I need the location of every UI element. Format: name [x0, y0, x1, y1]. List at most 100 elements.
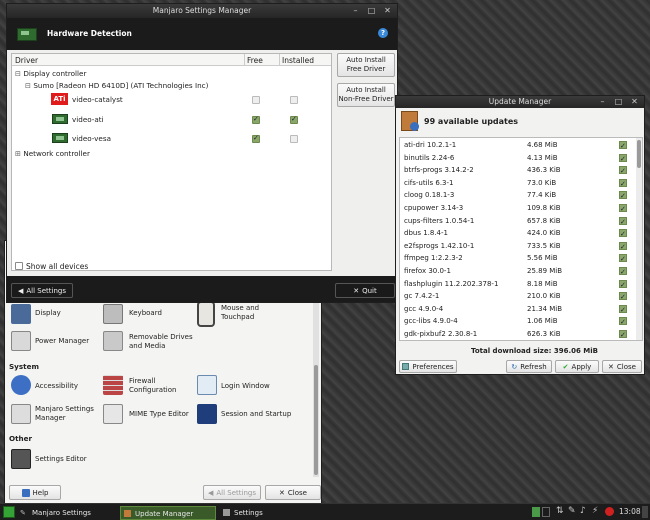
update-row[interactable]: ffmpeg 1:2.2.3-2 5.56 MiB: [400, 252, 638, 266]
update-row[interactable]: e2fsprogs 1.42.10-1 733.5 KiB: [400, 240, 638, 253]
driver-name[interactable]: video-vesa: [72, 134, 111, 143]
col-installed[interactable]: Installed: [282, 56, 314, 65]
update-checkbox[interactable]: [619, 266, 627, 279]
quit-button[interactable]: ✕ Quit: [335, 283, 395, 298]
settings-item-removable[interactable]: Removable Drives and Media: [129, 333, 199, 351]
update-row[interactable]: binutils 2.24-6 4.13 MiB: [400, 152, 638, 165]
settings-item-display[interactable]: Display: [35, 309, 61, 318]
minimize-icon[interactable]: –: [597, 96, 608, 107]
settings-scrollbar[interactable]: [313, 301, 319, 477]
update-checkbox[interactable]: [619, 140, 627, 153]
update-row[interactable]: flashplugin 11.2.202.378-1 8.18 MiB: [400, 278, 638, 291]
update-row[interactable]: cloog 0.18.1-3 77.4 KiB: [400, 189, 638, 203]
window-close-icon[interactable]: ✕: [629, 96, 640, 107]
settings-close-button[interactable]: ✕ Close: [265, 485, 321, 500]
update-titlebar[interactable]: Update Manager – □ ✕: [396, 96, 644, 108]
installed-checkbox[interactable]: [290, 115, 298, 124]
window-close-icon[interactable]: ✕: [382, 5, 393, 16]
task-update-manager[interactable]: Update Manager: [120, 506, 216, 520]
update-row[interactable]: ati-dri 10.2.1-1 4.68 MiB: [400, 139, 638, 153]
update-row[interactable]: gcc-libs 4.9.0-4 1.06 MiB: [400, 315, 638, 329]
col-free[interactable]: Free: [247, 56, 263, 65]
update-close-button[interactable]: ✕ Close: [602, 360, 642, 373]
update-checkbox[interactable]: [619, 190, 627, 203]
refresh-button[interactable]: ↻ Refresh: [506, 360, 552, 373]
update-row[interactable]: dbus 1.8.4-1 424.0 KiB: [400, 227, 638, 241]
info-icon[interactable]: ?: [378, 28, 388, 38]
driver-name[interactable]: video-catalyst: [72, 95, 123, 104]
msm-all-settings-button[interactable]: ◀ All Settings: [11, 283, 73, 298]
update-checkbox[interactable]: [619, 165, 627, 178]
tree-display-controller[interactable]: ⊟ Display controller: [15, 69, 86, 78]
all-settings-button[interactable]: ◀ All Settings: [203, 485, 261, 500]
update-row[interactable]: gc 7.4.2-1 210.0 KiB: [400, 290, 638, 304]
settings-item-keyboard[interactable]: Keyboard: [129, 309, 162, 318]
update-checkbox[interactable]: [619, 241, 627, 253]
col-driver[interactable]: Driver: [15, 56, 38, 65]
settings-item-mime[interactable]: MIME Type Editor: [129, 410, 189, 419]
update-checkbox[interactable]: [619, 253, 627, 266]
clock[interactable]: 13:08: [619, 507, 641, 516]
update-checkbox[interactable]: [619, 178, 627, 190]
package-name: ati-dri 10.2.1-1: [404, 141, 457, 149]
tree-device[interactable]: ⊟ Sumo [Radeon HD 6410D] (ATI Technologi…: [25, 81, 208, 90]
settings-item-session[interactable]: Session and Startup: [221, 410, 291, 419]
update-checkbox[interactable]: [619, 228, 627, 241]
settings-item-firewall[interactable]: Firewall Configuration: [129, 377, 199, 395]
apply-button[interactable]: ✔ Apply: [555, 360, 599, 373]
volume-icon[interactable]: ♪: [580, 506, 586, 516]
collapse-icon[interactable]: ⊟: [25, 81, 31, 90]
workspace-1[interactable]: [532, 507, 540, 517]
notification-icon[interactable]: [605, 507, 614, 516]
preferences-button[interactable]: Preferences: [399, 360, 457, 373]
update-checkbox[interactable]: [619, 316, 627, 329]
update-checkbox[interactable]: [619, 329, 627, 342]
maximize-icon[interactable]: □: [613, 96, 624, 107]
update-scrollbar[interactable]: [636, 138, 642, 340]
network-icon[interactable]: ⇅: [556, 506, 564, 516]
scrollbar-thumb[interactable]: [314, 365, 318, 475]
settings-item-login[interactable]: Login Window: [221, 382, 270, 391]
show-all-devices-checkbox[interactable]: [15, 262, 23, 270]
update-row[interactable]: firefox 30.0-1 25.89 MiB: [400, 265, 638, 279]
update-checkbox[interactable]: [619, 304, 627, 316]
installed-checkbox[interactable]: [290, 96, 298, 104]
update-row[interactable]: btrfs-progs 3.14.2-2 436.3 KiB: [400, 164, 638, 178]
settings-item-editor[interactable]: Settings Editor: [35, 455, 87, 464]
settings-item-msm[interactable]: Manjaro Settings Manager: [35, 405, 101, 423]
collapse-icon[interactable]: ⊟: [15, 69, 21, 78]
maximize-icon[interactable]: □: [366, 5, 377, 16]
auto-install-nonfree-button[interactable]: Auto Install Non-Free Driver: [337, 83, 395, 107]
task-settings[interactable]: Settings: [220, 506, 280, 520]
settings-item-mouse[interactable]: Mouse and Touchpad: [221, 304, 281, 322]
update-row[interactable]: gdk-pixbuf2 2.30.8-1 626.3 KiB: [400, 328, 638, 342]
update-checkbox[interactable]: [619, 203, 627, 216]
settings-item-power[interactable]: Power Manager: [35, 337, 89, 346]
expand-icon[interactable]: ⊞: [15, 149, 21, 158]
update-list: ati-dri 10.2.1-1 4.68 MiB binutils 2.24-6 4…: [399, 137, 643, 342]
menu-icon[interactable]: [3, 506, 15, 518]
minimize-icon[interactable]: –: [350, 5, 361, 16]
update-row[interactable]: cpupower 3.14-3 109.8 KiB: [400, 202, 638, 216]
tree-network-controller[interactable]: ⊞ Network controller: [15, 149, 90, 158]
update-row[interactable]: gcc 4.9.0-4 21.34 MiB: [400, 303, 638, 316]
settings-item-accessibility[interactable]: Accessibility: [35, 382, 78, 391]
power-tray-icon[interactable]: ⚡: [592, 506, 598, 516]
update-row[interactable]: cups-filters 1.0.54-1 657.8 KiB: [400, 215, 638, 228]
update-checkbox[interactable]: [619, 279, 627, 291]
show-desktop-icon[interactable]: [642, 506, 648, 518]
task-msm[interactable]: ✎ Manjaro Settings Manager: [18, 506, 118, 520]
update-checkbox[interactable]: [619, 291, 627, 304]
msm-titlebar[interactable]: Manjaro Settings Manager – □ ✕: [7, 4, 397, 18]
ati-logo-icon: ATi: [51, 93, 68, 105]
update-row[interactable]: cifs-utils 6.3-1 73.0 KiB: [400, 177, 638, 190]
driver-name[interactable]: video-ati: [72, 115, 104, 124]
scrollbar-thumb[interactable]: [637, 140, 641, 168]
pen-icon[interactable]: ✎: [568, 506, 576, 516]
auto-install-free-button[interactable]: Auto Install Free Driver: [337, 53, 395, 77]
help-button[interactable]: Help: [9, 485, 61, 500]
installed-checkbox[interactable]: [290, 135, 298, 143]
workspace-2[interactable]: [542, 507, 550, 517]
update-checkbox[interactable]: [619, 216, 627, 228]
update-checkbox[interactable]: [619, 153, 627, 165]
